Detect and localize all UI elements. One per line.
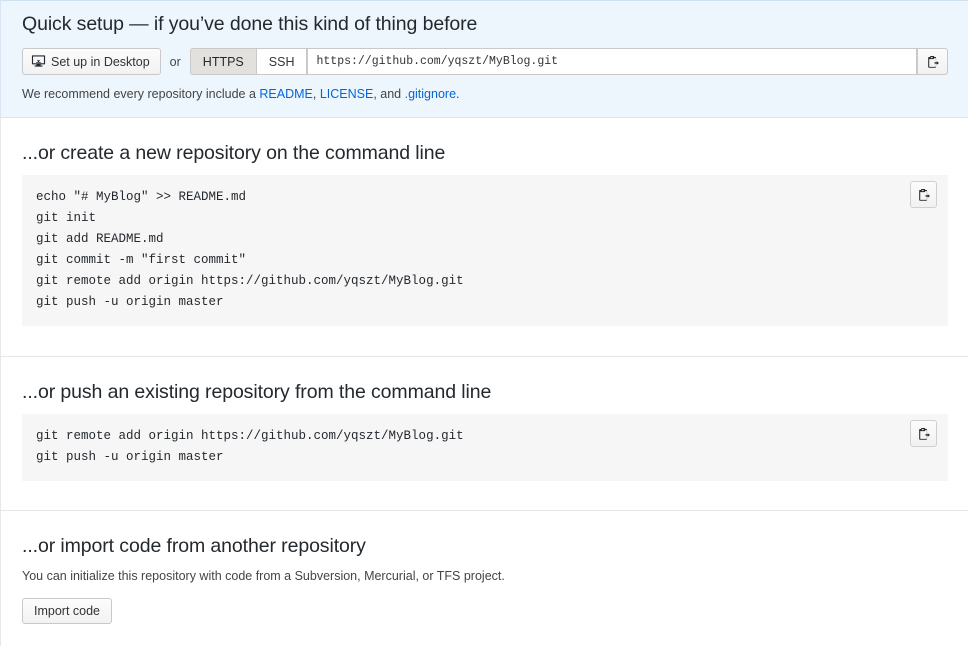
repository-quick-setup-page: Quick setup — if you’ve done this kind o… — [0, 0, 968, 646]
license-link[interactable]: LICENSE — [320, 87, 374, 101]
code-line: git push -u origin master — [36, 450, 224, 464]
repository-recommendation-note: We recommend every repository include a … — [22, 86, 948, 102]
code-line: git remote add origin https://github.com… — [36, 274, 464, 288]
create-repository-code-block: echo "# MyBlog" >> README.md git init gi… — [22, 175, 948, 326]
set-up-in-desktop-label: Set up in Desktop — [51, 54, 150, 69]
note-sep2: , and — [373, 87, 405, 101]
readme-link[interactable]: README — [259, 87, 312, 101]
code-line: git remote add origin https://github.com… — [36, 429, 464, 443]
copy-push-commands-button[interactable] — [910, 420, 937, 447]
desktop-download-icon — [31, 54, 46, 69]
clipboard-copy-icon — [917, 427, 931, 441]
clone-toolbar: Set up in Desktop or HTTPS SSH — [22, 48, 948, 75]
clipboard-copy-icon — [917, 188, 931, 202]
protocol-selector: HTTPS SSH — [189, 48, 308, 75]
push-repository-title: ...or push an existing repository from t… — [22, 381, 492, 403]
copy-create-commands-button[interactable] — [910, 181, 937, 208]
gitignore-link[interactable]: .gitignore — [405, 87, 456, 101]
code-line: git add README.md — [36, 232, 164, 246]
import-code-section: ...or import code from another repositor… — [0, 510, 968, 646]
note-prefix: We recommend every repository include a — [22, 87, 260, 101]
push-repository-code-block: git remote add origin https://github.com… — [22, 414, 948, 481]
copy-clone-url-button[interactable] — [917, 48, 948, 75]
code-line: echo "# MyBlog" >> README.md — [36, 190, 247, 204]
code-line: git commit -m "first commit" — [36, 253, 247, 267]
protocol-ssh-button[interactable]: SSH — [255, 48, 308, 75]
quick-setup-title: Quick setup — if you’ve done this kind o… — [22, 13, 478, 35]
create-repository-title: ...or create a new repository on the com… — [22, 142, 446, 164]
code-line: git init — [36, 211, 97, 225]
quick-setup-panel: Quick setup — if you’ve done this kind o… — [0, 0, 968, 118]
or-separator: or — [169, 54, 181, 69]
clipboard-copy-icon — [926, 55, 940, 69]
create-repository-section: ...or create a new repository on the com… — [0, 118, 968, 356]
clone-url-input[interactable] — [307, 48, 917, 75]
note-suffix: . — [456, 87, 460, 101]
code-line: git push -u origin master — [36, 295, 224, 309]
push-repository-section: ...or push an existing repository from t… — [0, 356, 968, 510]
set-up-in-desktop-button[interactable]: Set up in Desktop — [22, 48, 161, 75]
note-sep1: , — [312, 87, 320, 101]
protocol-https-button[interactable]: HTTPS — [189, 48, 256, 75]
clone-url-group — [307, 48, 948, 75]
import-code-title: ...or import code from another repositor… — [22, 535, 366, 557]
import-code-description: You can initialize this repository with … — [22, 569, 505, 583]
import-code-button[interactable]: Import code — [22, 598, 113, 624]
